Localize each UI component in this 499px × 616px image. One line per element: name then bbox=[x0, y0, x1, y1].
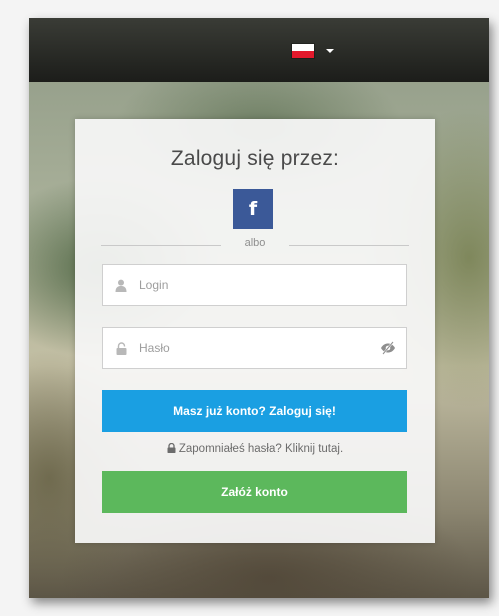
password-field[interactable] bbox=[102, 327, 407, 369]
forgot-password-text: Zapomniałeś hasła? Kliknij tutaj. bbox=[178, 443, 344, 455]
forgot-password-link[interactable]: Zapomniałeś hasła? Kliknij tutaj. bbox=[75, 442, 435, 456]
user-icon bbox=[115, 278, 127, 292]
register-button[interactable]: Załóż konto bbox=[102, 471, 407, 513]
password-input[interactable] bbox=[137, 340, 361, 356]
divider-text: albo bbox=[244, 237, 266, 249]
eye-slash-icon[interactable] bbox=[380, 341, 396, 355]
lock-icon bbox=[167, 442, 176, 456]
facebook-login-button[interactable]: f bbox=[233, 189, 273, 229]
login-panel: Zaloguj się przez: f albo Login Masz już… bbox=[75, 119, 435, 543]
lock-icon bbox=[115, 341, 127, 355]
divider-line-right bbox=[289, 245, 409, 246]
or-divider: albo bbox=[101, 232, 409, 256]
panel-title: Zaloguj się przez: bbox=[170, 147, 340, 170]
top-navigation-bar bbox=[29, 18, 489, 82]
login-field[interactable] bbox=[102, 264, 407, 306]
app-window: Zaloguj się przez: f albo Login Masz już… bbox=[29, 18, 489, 598]
language-selector[interactable] bbox=[292, 44, 334, 58]
screenshot-frame: Zaloguj się przez: f albo Login Masz już… bbox=[0, 0, 499, 616]
poland-flag-icon bbox=[292, 44, 314, 58]
login-input[interactable] bbox=[137, 277, 361, 293]
caret-down-icon bbox=[326, 49, 334, 53]
login-button[interactable]: Masz już konto? Zaloguj się! bbox=[102, 390, 407, 432]
